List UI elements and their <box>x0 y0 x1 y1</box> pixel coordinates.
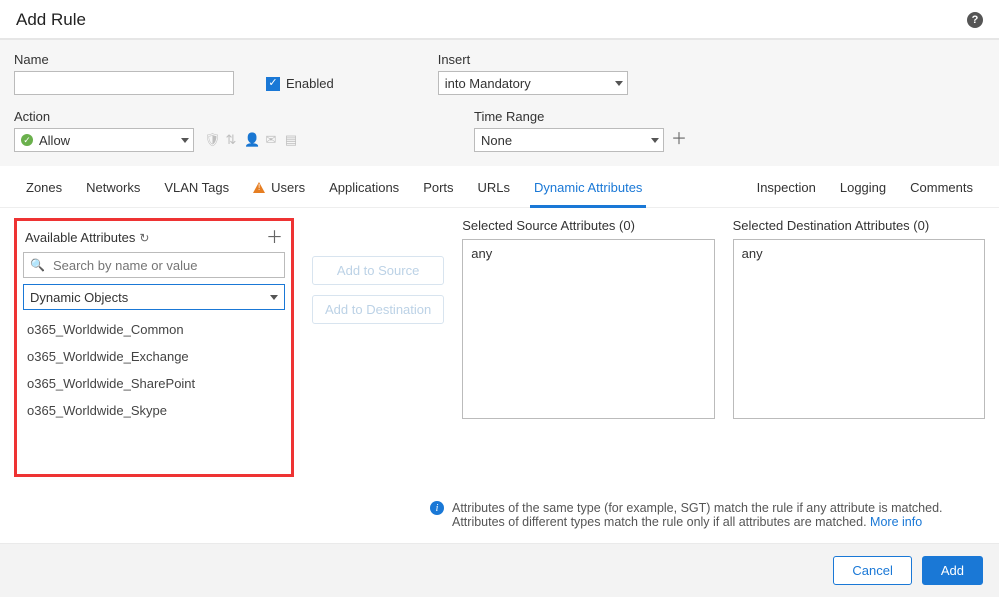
tab-bar: Zones Networks VLAN Tags Users Applications P… <box>0 166 999 208</box>
add-time-range-button[interactable]: ＋ <box>670 131 688 149</box>
tab-label: Users <box>271 180 305 195</box>
tab-users[interactable]: Users <box>241 166 317 207</box>
flow-icon: ⇅ <box>224 132 238 148</box>
available-attributes-panel: Available Attributes ↻ ＋ 🔍 Dynamic Objec… <box>14 218 294 477</box>
tab-comments[interactable]: Comments <box>898 166 985 207</box>
help-icon[interactable]: ? <box>967 12 983 28</box>
list-icon: ▤ <box>284 132 298 148</box>
mail-icon: ✉ <box>264 132 278 148</box>
cancel-button[interactable]: Cancel <box>833 556 911 585</box>
time-range-select[interactable]: None <box>474 128 664 152</box>
chevron-down-icon <box>651 138 659 143</box>
tab-label: Networks <box>86 180 140 195</box>
user-icon: 👤 <box>244 132 258 148</box>
list-item[interactable]: o365_Worldwide_Skype <box>23 397 285 424</box>
selected-source-box[interactable]: any <box>462 239 714 419</box>
selected-dest-value: any <box>742 246 763 261</box>
action-select[interactable]: ✓ Allow <box>14 128 194 152</box>
tab-inspection[interactable]: Inspection <box>745 166 828 207</box>
chevron-down-icon <box>615 81 623 86</box>
add-button[interactable]: Add <box>922 556 983 585</box>
tab-label: Ports <box>423 180 453 195</box>
list-item[interactable]: o365_Worldwide_Common <box>23 316 285 343</box>
tab-label: Dynamic Attributes <box>534 180 642 195</box>
tab-zones[interactable]: Zones <box>14 166 74 207</box>
enabled-checkbox[interactable]: ✓ <box>266 77 280 91</box>
action-label: Action <box>14 109 298 124</box>
tab-label: Zones <box>26 180 62 195</box>
add-attribute-button[interactable]: ＋ <box>266 229 283 246</box>
available-list: o365_Worldwide_Commono365_Worldwide_Exch… <box>23 316 285 424</box>
dialog-title: Add Rule <box>16 10 86 30</box>
tab-applications[interactable]: Applications <box>317 166 411 207</box>
tab-urls[interactable]: URLs <box>466 166 523 207</box>
insert-select[interactable]: into Mandatory <box>438 71 628 95</box>
hint-line2: Attributes of different types match the … <box>452 515 870 529</box>
action-value: Allow <box>39 133 70 148</box>
tab-dynamic-attributes[interactable]: Dynamic Attributes <box>522 166 654 207</box>
refresh-icon[interactable]: ↻ <box>139 231 149 245</box>
hint-line1: Attributes of the same type (for example… <box>452 501 943 515</box>
shield-icon: 🛡 <box>204 132 218 148</box>
tab-label: URLs <box>478 180 511 195</box>
hint-text: i Attributes of the same type (for examp… <box>430 501 985 529</box>
tab-networks[interactable]: Networks <box>74 166 152 207</box>
tab-ports[interactable]: Ports <box>411 166 465 207</box>
attribute-type-value: Dynamic Objects <box>30 290 128 305</box>
add-to-destination-button[interactable]: Add to Destination <box>312 295 444 324</box>
list-item[interactable]: o365_Worldwide_Exchange <box>23 343 285 370</box>
available-title: Available Attributes <box>25 230 135 245</box>
name-label: Name <box>14 52 234 67</box>
list-item[interactable]: o365_Worldwide_SharePoint <box>23 370 285 397</box>
tab-label: Applications <box>329 180 399 195</box>
warning-icon <box>253 182 265 193</box>
search-wrap: 🔍 <box>23 252 285 278</box>
allow-icon: ✓ <box>21 134 33 146</box>
insert-value: into Mandatory <box>445 76 531 91</box>
action-extra-icons: 🛡 ⇅ 👤 ✉ ▤ <box>204 132 298 148</box>
selected-source-value: any <box>471 246 492 261</box>
search-input[interactable] <box>51 257 278 274</box>
selected-dest-box[interactable]: any <box>733 239 985 419</box>
tab-logging[interactable]: Logging <box>828 166 898 207</box>
time-range-label: Time Range <box>474 109 688 124</box>
tab-label: VLAN Tags <box>164 180 229 195</box>
more-info-link[interactable]: More info <box>870 515 922 529</box>
form-area: Name ✓ Enabled Insert into Mandatory Act… <box>0 40 999 166</box>
selected-source-label: Selected Source Attributes (0) <box>462 218 714 233</box>
chevron-down-icon <box>181 138 189 143</box>
insert-label: Insert <box>438 52 628 67</box>
add-to-source-button[interactable]: Add to Source <box>312 256 444 285</box>
tab-vlan-tags[interactable]: VLAN Tags <box>152 166 241 207</box>
time-range-value: None <box>481 133 512 148</box>
info-icon: i <box>430 501 444 515</box>
search-icon: 🔍 <box>30 258 45 272</box>
selected-dest-label: Selected Destination Attributes (0) <box>733 218 985 233</box>
attribute-type-select[interactable]: Dynamic Objects <box>23 284 285 310</box>
enabled-label: Enabled <box>286 76 334 91</box>
chevron-down-icon <box>270 295 278 300</box>
name-input[interactable] <box>14 71 234 95</box>
